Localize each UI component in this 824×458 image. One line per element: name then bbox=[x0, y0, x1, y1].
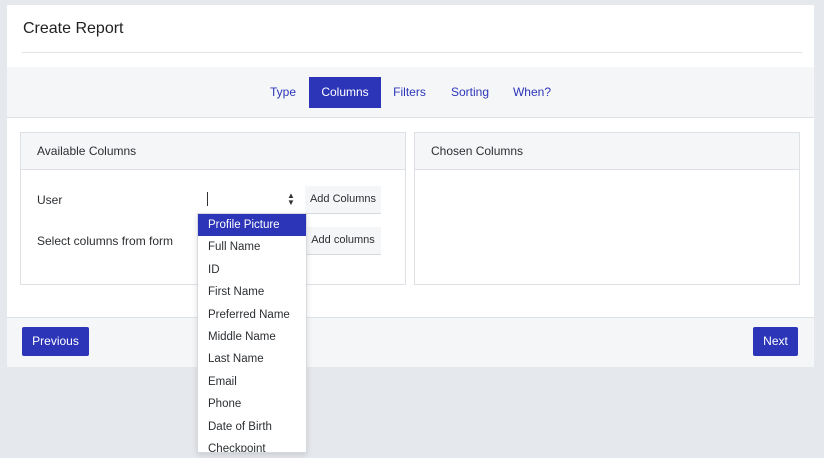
dropdown-option[interactable]: Middle Name bbox=[198, 326, 306, 348]
dropdown-option[interactable]: Last Name bbox=[198, 348, 306, 370]
user-label: User bbox=[37, 193, 63, 207]
dropdown-option[interactable]: Profile Picture bbox=[198, 214, 306, 237]
dropdown-option[interactable]: Date of Birth bbox=[198, 416, 306, 438]
form-columns-label: Select columns from form bbox=[37, 234, 174, 248]
add-columns-button[interactable]: Add Columns bbox=[305, 186, 381, 214]
dropdown-option[interactable]: Full Name bbox=[198, 236, 306, 258]
tab-filters[interactable]: Filters bbox=[388, 77, 431, 108]
dropdown-option[interactable]: Checkpoint bbox=[198, 438, 306, 452]
user-column-dropdown[interactable]: Profile Picture Full Name ID First Name Pref… bbox=[197, 213, 307, 453]
add-form-columns-button[interactable]: Add columns bbox=[305, 227, 381, 255]
title-divider bbox=[22, 52, 802, 53]
previous-button[interactable]: Previous bbox=[22, 327, 89, 356]
tab-type[interactable]: Type bbox=[260, 77, 306, 108]
footer-bar bbox=[7, 317, 814, 367]
user-column-select[interactable]: ▲ ▼ bbox=[198, 186, 304, 214]
tab-sorting[interactable]: Sorting bbox=[445, 77, 495, 108]
dropdown-option[interactable]: Preferred Name bbox=[198, 304, 306, 326]
page-title: Create Report bbox=[23, 20, 124, 37]
dropdown-option[interactable]: Phone bbox=[198, 393, 306, 415]
available-columns-header: Available Columns bbox=[21, 133, 405, 170]
tab-when[interactable]: When? bbox=[508, 77, 556, 108]
dropdown-option[interactable]: ID bbox=[198, 259, 306, 281]
chosen-columns-panel: Chosen Columns bbox=[414, 132, 800, 285]
next-button[interactable]: Next bbox=[753, 327, 798, 356]
updown-arrows-icon: ▲ ▼ bbox=[287, 191, 295, 207]
dropdown-option[interactable]: First Name bbox=[198, 281, 306, 303]
dropdown-option[interactable]: Email bbox=[198, 371, 306, 393]
tab-bar: Type Columns Filters Sorting When? bbox=[7, 67, 814, 118]
text-caret bbox=[207, 192, 208, 206]
chosen-columns-header: Chosen Columns bbox=[415, 133, 799, 170]
tab-columns[interactable]: Columns bbox=[309, 77, 381, 108]
